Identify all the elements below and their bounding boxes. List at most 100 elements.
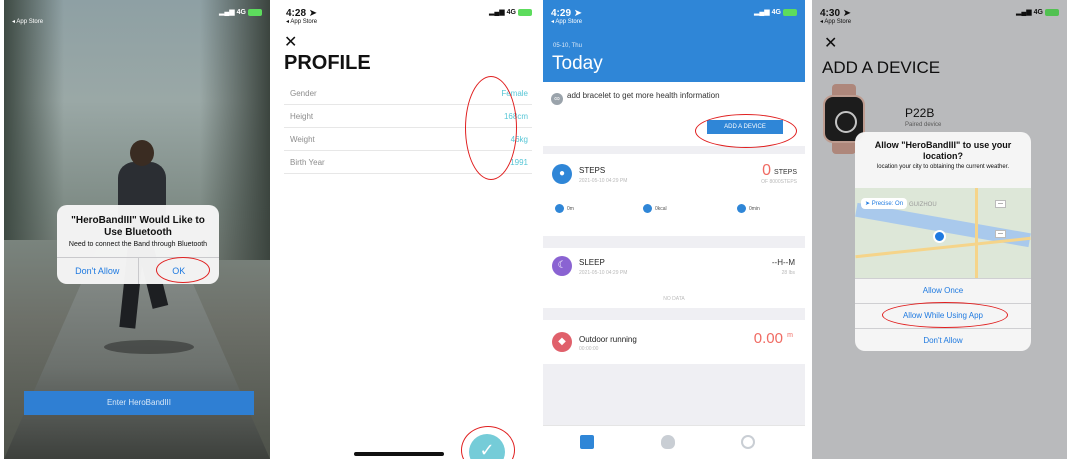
profile-row-gender[interactable]: Gender Female bbox=[284, 82, 532, 105]
back-label: App Store bbox=[16, 19, 44, 25]
sleep-value: --H--M bbox=[771, 258, 795, 267]
signal-bars-icon: ▂▄▆ bbox=[488, 9, 505, 16]
sleep-sub: 28 lbs bbox=[781, 270, 795, 276]
trees-left bbox=[4, 0, 64, 240]
ok-button[interactable]: OK bbox=[137, 258, 220, 285]
running-value: 0.00 bbox=[753, 330, 783, 347]
screen-location-permission: 4:30 ➤ ◂ App Store ▂▄▆ 4G ✕ ADD A DEVICE… bbox=[812, 0, 1067, 459]
running-title: Outdoor running bbox=[579, 335, 637, 344]
battery-icon bbox=[783, 8, 797, 16]
alert-message: Need to connect the Band through Bluetoo… bbox=[68, 241, 208, 248]
confirm-check-button[interactable]: ✓ bbox=[469, 434, 505, 459]
add-bracelet-text: add bracelet to get more health informat… bbox=[567, 91, 720, 100]
highway-shield-icon: — bbox=[995, 230, 1006, 238]
add-a-device-button[interactable]: ADD A DEVICE bbox=[707, 120, 783, 134]
network-label: 4G bbox=[236, 9, 246, 16]
status-bar: 4:28 ➤ ◂ App Store ▂▄▆ 4G bbox=[286, 8, 532, 26]
signal-bars-icon: ▂▄▆ bbox=[753, 9, 770, 16]
status-bar: 4:29 ➤ ◂ App Store ▂▄▆ 4G bbox=[551, 8, 797, 26]
field-label: Gender bbox=[290, 89, 317, 98]
field-value: 1991 bbox=[510, 158, 528, 167]
signal-bars-icon: ▂▄▆ bbox=[218, 9, 235, 16]
status-bar: ◂ App Store ▂▄▆ 4G bbox=[12, 8, 262, 26]
alert-title: Allow "HeroBandIII" to use your location… bbox=[874, 140, 1012, 161]
field-label: Weight bbox=[290, 135, 315, 144]
current-location-pin bbox=[933, 230, 946, 243]
flame-icon bbox=[643, 204, 652, 213]
checkmark-icon: ✓ bbox=[479, 440, 495, 459]
sleep-title: SLEEP bbox=[579, 258, 605, 267]
steps-value: 0 bbox=[762, 162, 771, 179]
close-icon[interactable]: ✕ bbox=[284, 32, 297, 52]
tab-device-icon[interactable] bbox=[661, 435, 675, 449]
steps-title: STEPS bbox=[579, 166, 606, 175]
link-icon: ∞ bbox=[551, 93, 563, 105]
enter-herobandiii-button[interactable]: Enter HeroBandIII bbox=[24, 391, 254, 415]
running-shoe-icon: ◆ bbox=[552, 332, 572, 352]
calories-metric: 0kcal bbox=[643, 204, 667, 213]
dont-allow-button[interactable]: Don't Allow bbox=[855, 328, 1031, 351]
footprints-icon: ● bbox=[552, 164, 572, 184]
running-unit: m bbox=[787, 332, 793, 339]
alert-buttons: Allow Once Allow While Using App Don't A… bbox=[855, 278, 1031, 351]
tab-today-icon[interactable] bbox=[580, 435, 594, 449]
page-title: Today bbox=[552, 53, 603, 74]
field-value: Female bbox=[501, 89, 528, 98]
signal-indicator: ▂▄▆ 4G bbox=[219, 8, 262, 16]
bluetooth-alert: "HeroBandIII" Would Like to Use Bluetoot… bbox=[57, 205, 220, 285]
field-label: Birth Year bbox=[290, 158, 325, 167]
runner-shadow bbox=[104, 340, 194, 354]
back-label: App Store bbox=[555, 19, 583, 25]
screen-profile: 4:28 ➤ ◂ App Store ▂▄▆ 4G ✕ PROFILE Gend… bbox=[278, 0, 540, 459]
location-arrow-icon: ➤ bbox=[865, 201, 871, 207]
back-to-app-store[interactable]: ◂ App Store bbox=[286, 18, 317, 25]
runner-head bbox=[130, 140, 154, 166]
outdoor-running-card[interactable]: ◆ Outdoor running 00:00:00 0.00 m bbox=[543, 320, 805, 364]
back-to-app-store[interactable]: ◂ App Store bbox=[551, 18, 582, 25]
steps-time: 2021-05-10 04:29 PM bbox=[579, 178, 628, 184]
steps-goal: OF 8000STEPS bbox=[761, 179, 797, 185]
signal-indicator: ▂▄▆ 4G bbox=[489, 8, 532, 16]
date-label: 05-10, Thu bbox=[553, 43, 582, 49]
profile-row-weight[interactable]: Weight 46kg bbox=[284, 128, 532, 151]
back-label: App Store bbox=[290, 19, 318, 25]
profile-row-height[interactable]: Height 168cm bbox=[284, 105, 532, 128]
running-sub: 00:00:00 bbox=[579, 346, 599, 352]
map-road bbox=[975, 188, 978, 278]
profile-field-list: Gender Female Height 168cm Weight 46kg Birt… bbox=[284, 82, 532, 174]
highway-shield-icon: — bbox=[995, 200, 1006, 208]
map-place-label: GUIZHOU bbox=[909, 202, 937, 208]
alert-title: "HeroBandIII" Would Like to Use Bluetoot… bbox=[71, 215, 205, 238]
moon-icon: ☾ bbox=[552, 256, 572, 276]
home-indicator bbox=[354, 452, 444, 456]
page-title: PROFILE bbox=[284, 52, 371, 74]
steps-card[interactable]: ● STEPS 2021-05-10 04:29 PM 0 STEPS OF 8… bbox=[543, 154, 805, 236]
network-label: 4G bbox=[771, 9, 781, 16]
profile-row-birth-year[interactable]: Birth Year 1991 bbox=[284, 151, 532, 174]
clock-icon bbox=[737, 204, 746, 213]
no-data-label: NO DATA bbox=[663, 296, 685, 302]
alert-message: location your city to obtaining the curr… bbox=[876, 163, 1010, 170]
screen-bluetooth-permission: ◂ App Store ▂▄▆ 4G "HeroBandIII" Would L… bbox=[4, 0, 270, 459]
distance-metric: 0m bbox=[555, 204, 574, 213]
tab-profile-icon[interactable] bbox=[741, 435, 755, 449]
field-value: 46kg bbox=[510, 135, 528, 144]
screen-today-dashboard: 4:29 ➤ ◂ App Store ▂▄▆ 4G 05-10, Thu Tod… bbox=[543, 0, 805, 459]
field-value: 168cm bbox=[503, 112, 528, 121]
allow-while-using-app-button[interactable]: Allow While Using App bbox=[855, 303, 1031, 328]
battery-icon bbox=[248, 8, 262, 16]
sleep-time: 2021-05-10 04:29 PM bbox=[579, 270, 628, 276]
back-to-app-store[interactable]: ◂ App Store bbox=[12, 18, 43, 25]
dont-allow-button[interactable]: Don't Allow bbox=[57, 258, 138, 284]
steps-unit: STEPS bbox=[774, 169, 797, 176]
duration-metric: 0min bbox=[737, 204, 760, 213]
alert-buttons: Don't Allow OK bbox=[57, 257, 220, 285]
allow-once-button[interactable]: Allow Once bbox=[855, 278, 1031, 303]
location-pin-icon bbox=[555, 204, 564, 213]
field-label: Height bbox=[290, 112, 314, 121]
add-device-card: ∞ add bracelet to get more health inform… bbox=[543, 82, 805, 146]
location-alert: Allow "HeroBandIII" to use your location… bbox=[855, 132, 1031, 351]
tab-bar bbox=[543, 425, 805, 459]
precise-toggle[interactable]: ➤ Precise: On bbox=[861, 198, 908, 209]
sleep-card[interactable]: ☾ SLEEP 2021-05-10 04:29 PM --H--M 28 lb… bbox=[543, 248, 805, 308]
